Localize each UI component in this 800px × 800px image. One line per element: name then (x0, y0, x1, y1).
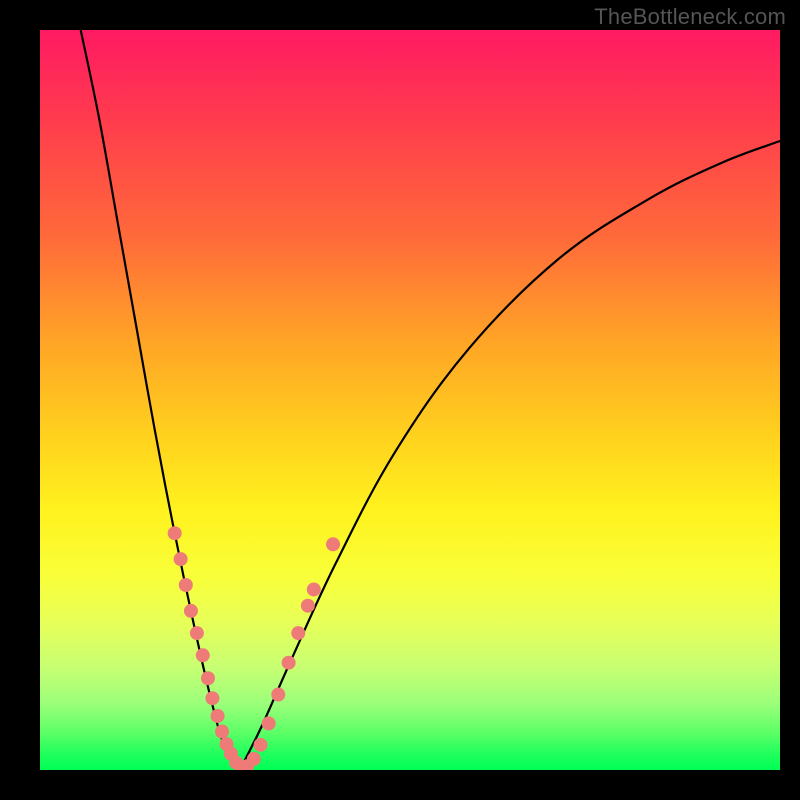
chart-frame: TheBottleneck.com (0, 0, 800, 800)
marker-group (168, 526, 340, 770)
marker-dot (291, 626, 305, 640)
marker-dot (168, 526, 182, 540)
marker-dot (211, 709, 225, 723)
marker-dot (184, 604, 198, 618)
watermark-text: TheBottleneck.com (594, 4, 786, 30)
marker-dot (179, 578, 193, 592)
marker-dot (254, 738, 268, 752)
marker-dot (247, 752, 261, 766)
marker-dot (190, 626, 204, 640)
marker-dot (326, 537, 340, 551)
marker-dot (301, 599, 315, 613)
marker-dot (307, 582, 321, 596)
marker-dot (282, 656, 296, 670)
plot-area (40, 30, 780, 770)
marker-dot (262, 716, 276, 730)
curve-svg (40, 30, 780, 770)
marker-dot (201, 671, 215, 685)
marker-dot (271, 688, 285, 702)
curve-right-branch (240, 141, 780, 770)
marker-dot (205, 691, 219, 705)
marker-dot (196, 648, 210, 662)
marker-dot (215, 725, 229, 739)
marker-dot (174, 552, 188, 566)
curve-left-branch (81, 30, 240, 770)
